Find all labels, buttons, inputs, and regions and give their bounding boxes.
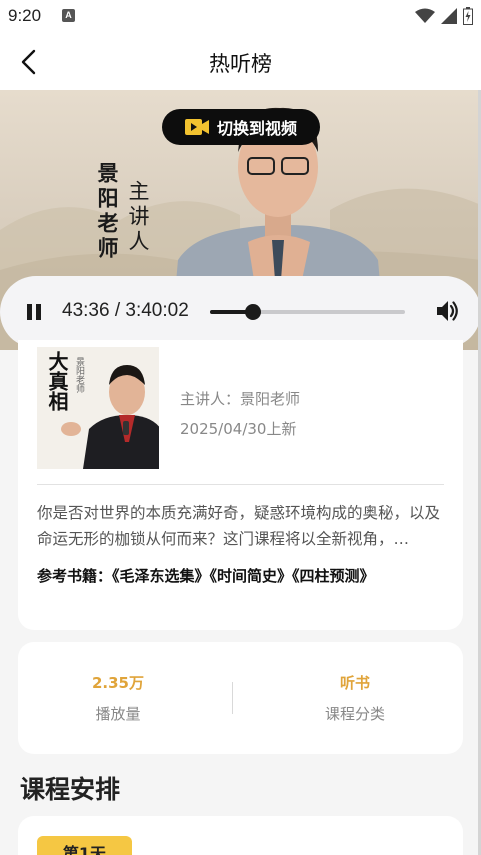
plays-value: 2.35万 [91, 674, 144, 692]
status-icons [415, 7, 473, 25]
page-title: 热听榜 [209, 52, 272, 76]
wifi-icon [415, 8, 435, 23]
switch-to-video-button[interactable]: 切换到视频 [162, 109, 320, 145]
cover-title: 大真相 [45, 351, 69, 411]
course-teacher: 主讲人：景阳老师 [180, 390, 301, 408]
status-bar: 9:20 A [0, 0, 481, 34]
notification-badge: A [62, 9, 75, 22]
speaker-role: 主讲人 [126, 180, 150, 255]
stat-plays: 2.35万 播放量 [18, 672, 218, 724]
pause-icon [27, 304, 32, 320]
stat-category: 听书 课程分类 [255, 672, 455, 724]
pause-icon-bar [36, 304, 41, 320]
stat-separator [232, 682, 233, 714]
signal-icon [441, 8, 457, 24]
course-update-date: 2025/04/30上新 [180, 420, 297, 438]
nav-bar: 热听榜 [0, 34, 481, 90]
progress-slider[interactable] [210, 304, 405, 320]
switch-to-video-label: 切换到视频 [216, 119, 297, 138]
course-description[interactable]: 你是否对世界的本质充满好奇，疑惑环境构成的奥秘，以及命运无形的枷锁从何而来？这门… [37, 500, 445, 552]
plays-label: 播放量 [95, 705, 141, 723]
course-cover[interactable]: 大真相 景阳老师 [37, 347, 159, 469]
status-time: 9:20 [8, 6, 42, 25]
battery-icon [463, 7, 473, 25]
pause-button[interactable] [24, 302, 44, 322]
reference-books: 参考书籍：《毛泽东选集》《时间简史》《四柱预测》 [37, 567, 375, 585]
playback-time: 43:36 / 3:40:02 [62, 300, 189, 321]
video-camera-icon [184, 119, 209, 135]
course-info-card: 大真相 景阳老师 主讲人：景阳老师 2025/04/30上新 你是否对世界的本质… [18, 340, 463, 630]
day-1-tab[interactable]: 第1天 [37, 836, 132, 855]
volume-icon [437, 301, 458, 321]
schedule-section-title: 课程安排 [20, 775, 121, 804]
audio-player: 43:36 / 3:40:02 [0, 276, 481, 348]
course-stats-card: 2.35万 播放量 听书 课程分类 [18, 642, 463, 754]
cover-subtitle: 景阳老师 [74, 357, 84, 393]
volume-button[interactable] [434, 298, 460, 324]
divider [37, 484, 444, 485]
progress-thumb[interactable] [244, 304, 261, 320]
schedule-card: 第1天 [18, 816, 463, 855]
speaker-name: 景阳老师 [95, 162, 120, 262]
category-label: 课程分类 [324, 705, 385, 723]
category-value: 听书 [339, 674, 370, 692]
